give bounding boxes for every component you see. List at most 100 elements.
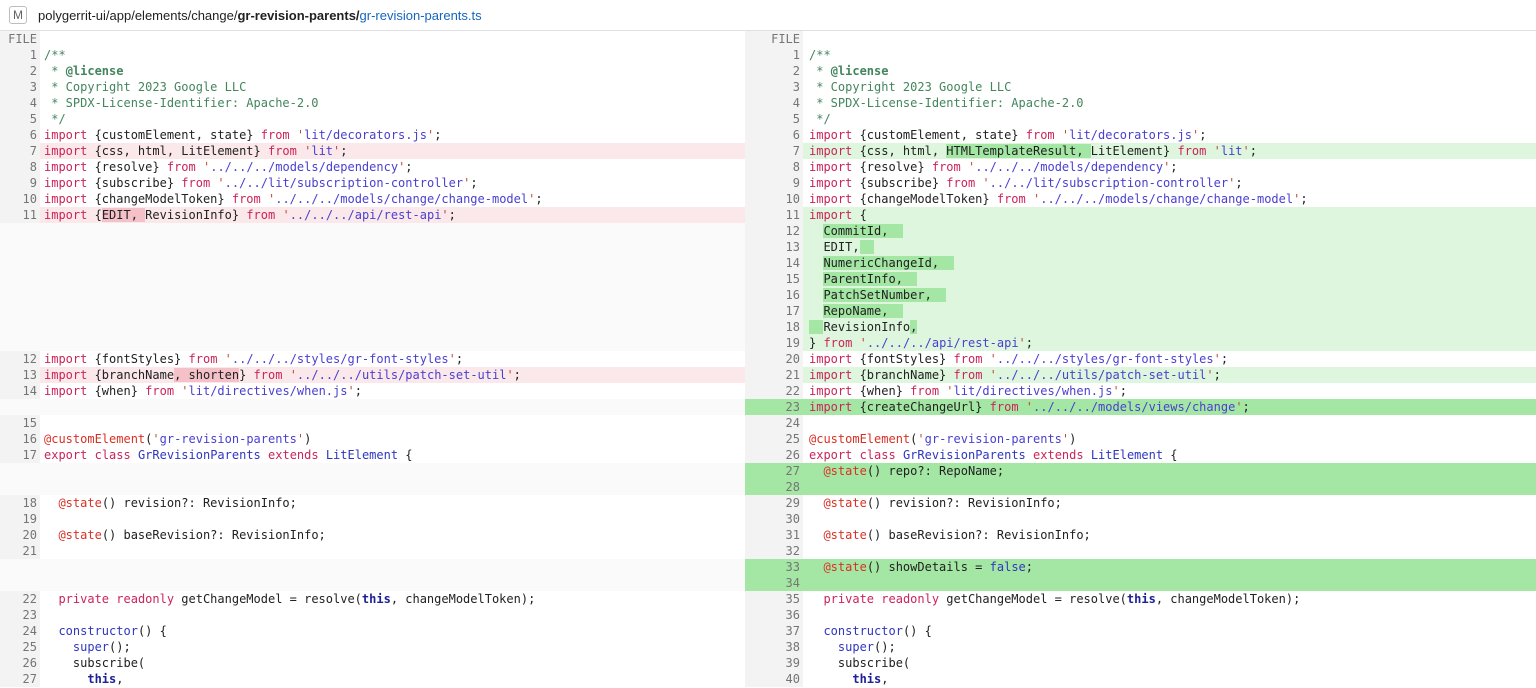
line-number[interactable]: 19 (745, 335, 803, 351)
line-number[interactable]: 38 (745, 639, 803, 655)
line-number[interactable]: 40 (745, 671, 803, 687)
code-token: import (809, 368, 852, 382)
line-number[interactable]: 6 (0, 127, 40, 143)
line-number[interactable]: 25 (745, 431, 803, 447)
line-number[interactable]: 37 (745, 623, 803, 639)
code-token (809, 624, 823, 638)
code-token: ' (152, 432, 159, 446)
line-number[interactable]: 3 (0, 79, 40, 95)
code-token: ' (217, 176, 224, 190)
line-number[interactable]: 2 (0, 63, 40, 79)
code-token: * Copyright 2023 Google LLC (44, 80, 246, 94)
diff-rows: 1/**1/**2 * @license2 * @license3 * Copy… (0, 47, 1536, 687)
line-number[interactable]: 23 (0, 607, 40, 623)
code-token: constructor (823, 624, 902, 638)
filler-line (40, 287, 745, 303)
code-token: ; (1300, 192, 1307, 206)
line-number[interactable]: 36 (745, 607, 803, 623)
line-number[interactable]: 9 (745, 175, 803, 191)
line-number[interactable]: 18 (745, 319, 803, 335)
line-number[interactable]: 21 (0, 543, 40, 559)
code-token: /** (809, 48, 831, 62)
line-number[interactable]: 23 (745, 399, 803, 415)
line-number[interactable]: 12 (745, 223, 803, 239)
line-number[interactable]: 24 (0, 623, 40, 639)
code-line (40, 543, 745, 559)
line-number[interactable]: 1 (745, 47, 803, 63)
line-number[interactable]: 22 (745, 383, 803, 399)
line-number[interactable]: 33 (745, 559, 803, 575)
line-number[interactable]: 2 (745, 63, 803, 79)
line-number[interactable]: 13 (745, 239, 803, 255)
line-number[interactable]: 9 (0, 175, 40, 191)
line-number[interactable]: 4 (745, 95, 803, 111)
line-number[interactable]: 6 (745, 127, 803, 143)
line-number[interactable]: 16 (745, 287, 803, 303)
line-number[interactable]: 5 (745, 111, 803, 127)
code-token (809, 560, 823, 574)
line-number[interactable]: 15 (745, 271, 803, 287)
line-number[interactable]: 7 (745, 143, 803, 159)
line-number[interactable]: 28 (745, 479, 803, 495)
line-number[interactable]: 35 (745, 591, 803, 607)
line-number[interactable]: 10 (745, 191, 803, 207)
line-number[interactable]: 3 (745, 79, 803, 95)
line-number[interactable]: 20 (0, 527, 40, 543)
line-number[interactable]: 19 (0, 511, 40, 527)
line-number[interactable]: 29 (745, 495, 803, 511)
line-number[interactable]: 14 (0, 383, 40, 399)
line-number[interactable]: 13 (0, 367, 40, 383)
line-number[interactable]: 16 (0, 431, 40, 447)
line-number[interactable]: 39 (745, 655, 803, 671)
line-number[interactable]: 22 (0, 591, 40, 607)
code-token: @license (831, 64, 889, 78)
line-number[interactable]: 27 (0, 671, 40, 687)
line-number[interactable]: 25 (0, 639, 40, 655)
diff-row: 34 (0, 575, 1536, 591)
line-number[interactable]: 31 (745, 527, 803, 543)
code-token: () { (138, 624, 167, 638)
file-label-left[interactable]: FILE (0, 31, 40, 47)
line-number[interactable]: 4 (0, 95, 40, 111)
line-number[interactable]: 12 (0, 351, 40, 367)
code-token: ../../../styles/gr-font-styles (232, 352, 449, 366)
line-number[interactable]: 34 (745, 575, 803, 591)
file-label-right[interactable]: FILE (745, 31, 803, 47)
code-line: @customElement('gr-revision-parents') (803, 431, 1536, 447)
line-number[interactable]: 5 (0, 111, 40, 127)
diff-row: 14 NumericChangeId, (0, 255, 1536, 271)
code-token: ../../../models/dependency (210, 160, 398, 174)
code-token: import (809, 160, 852, 174)
file-name-link[interactable]: gr-revision-parents.ts (360, 8, 482, 23)
filler-gutter (0, 559, 40, 575)
line-number[interactable]: 10 (0, 191, 40, 207)
code-line: import {customElement, state} from 'lit/… (40, 127, 745, 143)
line-number[interactable]: 11 (745, 207, 803, 223)
line-number[interactable]: 27 (745, 463, 803, 479)
code-token: {changeModelToken} (852, 192, 997, 206)
line-number[interactable]: 11 (0, 207, 40, 223)
code-token: from (1026, 128, 1055, 142)
line-number[interactable]: 17 (0, 447, 40, 463)
line-number[interactable]: 24 (745, 415, 803, 431)
filler-line (40, 399, 745, 415)
line-number[interactable]: 14 (745, 255, 803, 271)
line-number[interactable]: 32 (745, 543, 803, 559)
breadcrumb: polygerrit-ui/app/elements/change/gr-rev… (38, 8, 482, 23)
line-number[interactable]: 17 (745, 303, 803, 319)
line-number[interactable]: 8 (0, 159, 40, 175)
code-token: {subscribe} (87, 176, 181, 190)
diff-row: 4 * SPDX-License-Identifier: Apache-2.04… (0, 95, 1536, 111)
line-number[interactable]: 21 (745, 367, 803, 383)
line-number[interactable]: 26 (0, 655, 40, 671)
code-token: from (254, 368, 283, 382)
line-number[interactable]: 20 (745, 351, 803, 367)
line-number[interactable]: 7 (0, 143, 40, 159)
line-number[interactable]: 26 (745, 447, 803, 463)
line-number[interactable]: 8 (745, 159, 803, 175)
line-number[interactable]: 15 (0, 415, 40, 431)
line-number[interactable]: 18 (0, 495, 40, 511)
path-directory: gr-revision-parents/ (237, 8, 359, 23)
line-number[interactable]: 30 (745, 511, 803, 527)
line-number[interactable]: 1 (0, 47, 40, 63)
